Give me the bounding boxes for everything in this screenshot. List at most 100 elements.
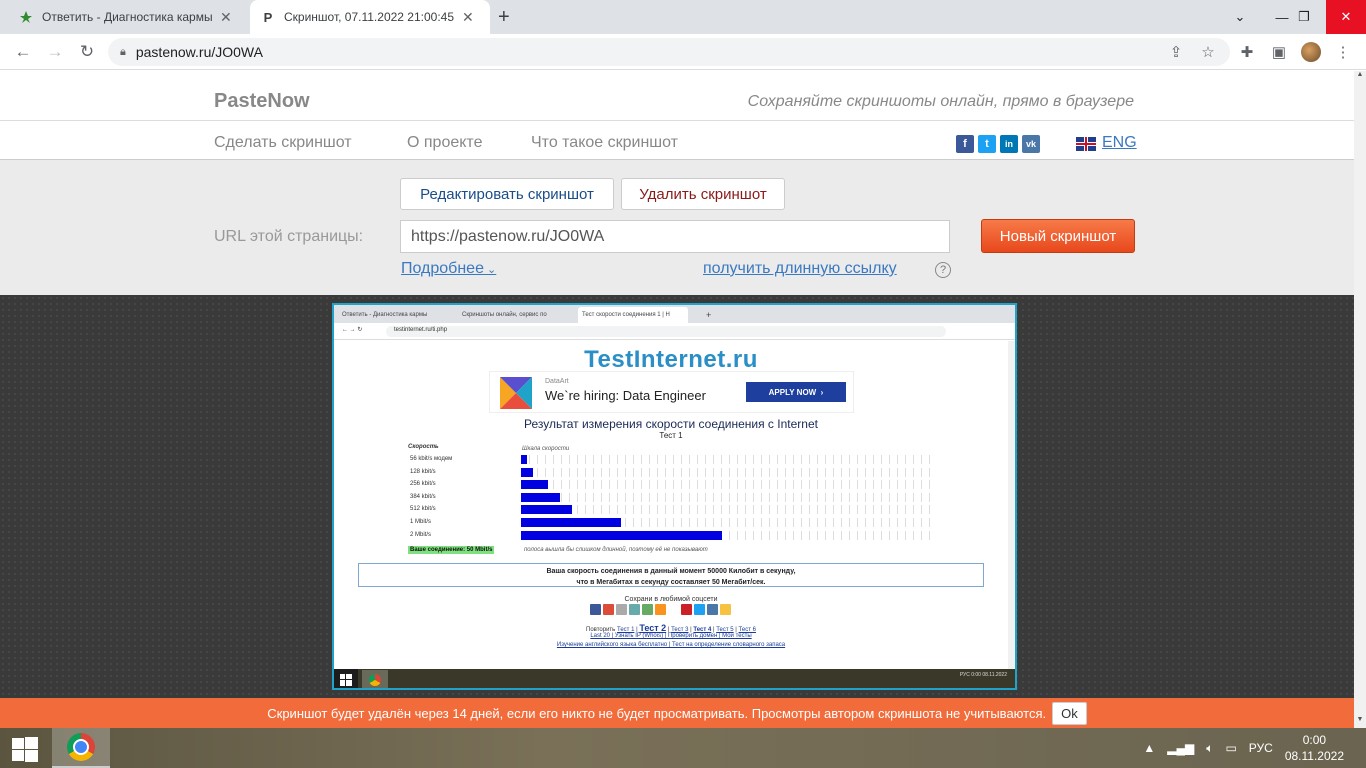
linkedin-icon[interactable]: in xyxy=(1000,135,1018,153)
chevron-down-icon: ⌄ xyxy=(483,264,497,276)
browser-tab-pastenow[interactable]: P Скриншот, 07.11.2022 21:00:45 ✕ xyxy=(250,0,490,34)
ad-apply-button: APPLY NOW › xyxy=(746,382,846,402)
page-scrollbar[interactable]: ▲ ▼ xyxy=(1354,71,1366,728)
tray-lang[interactable]: РУС xyxy=(1249,741,1273,755)
inner-chrome-icon xyxy=(362,670,388,688)
speed-row-label: 1 Mbit/s xyxy=(410,519,432,525)
new-tab-button[interactable]: + xyxy=(498,6,510,29)
speed-heading: Скорость xyxy=(408,444,439,450)
bookmark-star-icon[interactable]: ☆ xyxy=(1198,42,1218,62)
speed-row-label: 256 kbit/s xyxy=(410,481,436,488)
side-panel-icon[interactable]: ▣ xyxy=(1268,41,1290,63)
battery-icon[interactable]: ▭ xyxy=(1225,741,1236,755)
deletion-notice: Скриншот будет удалён через 14 дней, есл… xyxy=(0,698,1354,728)
leaf-icon xyxy=(18,9,34,25)
li-share-icon xyxy=(616,604,627,615)
inner-tab: Скриншоты онлайн, сервис по xyxy=(462,312,547,318)
nav-what-is-screenshot[interactable]: Что такое скриншот xyxy=(531,134,678,152)
extensions-puzzle-icon[interactable]: ✚ xyxy=(1236,41,1258,63)
pinterest-share-icon xyxy=(681,604,692,615)
result-line-2: что в Мегабитах в секунду составляет 50 … xyxy=(576,579,766,586)
scroll-down-icon[interactable]: ▼ xyxy=(1354,716,1366,728)
ok-button[interactable]: Ok xyxy=(1052,701,1087,725)
scroll-up-icon[interactable]: ▲ xyxy=(1354,71,1366,83)
inner-tray-time: 0:00 xyxy=(971,672,981,678)
forward-arrow-icon[interactable]: → xyxy=(44,41,66,63)
test-link-current: Тест 2 xyxy=(639,623,667,633)
speed-scale-track xyxy=(521,467,931,477)
browser-tab-karma[interactable]: Ответить - Диагностика кармы ✕ xyxy=(8,0,248,34)
network-signal-icon[interactable]: ▂▄▆ xyxy=(1167,741,1194,755)
test-label: Тест 1 xyxy=(659,431,683,440)
screenshot-image[interactable]: Ответить - Диагностика кармы Скриншоты о… xyxy=(332,303,1017,690)
share-count xyxy=(668,604,679,615)
twitter-icon[interactable]: t xyxy=(978,135,996,153)
inner-tab: Ответить - Диагностика кармы xyxy=(342,312,428,318)
inner-url: testinternet.ru/ti.php xyxy=(386,326,946,337)
inner-tray-lang: РУС xyxy=(959,672,970,678)
get-long-link[interactable]: получить длинную ссылку xyxy=(703,260,897,278)
expand-arrow-icon xyxy=(859,689,903,690)
utility-links: Last 20 | Узнать IP (Whois) | Проверить … xyxy=(590,633,752,639)
tab-search-chevron-icon[interactable]: ⌄ xyxy=(1220,0,1260,34)
speed-row-label: 384 kbit/s xyxy=(410,493,436,500)
speed-row-label: 2 Mbit/s xyxy=(410,531,432,538)
result-box: Ваша скорость соединения в данный момент… xyxy=(358,563,984,587)
close-window-icon[interactable]: ✕ xyxy=(1326,0,1366,34)
speed-bar xyxy=(521,480,548,490)
facebook-icon[interactable]: f xyxy=(956,135,974,153)
edit-screenshot-button[interactable]: Редактировать скриншот xyxy=(400,178,614,210)
close-icon[interactable]: ✕ xyxy=(462,9,474,26)
notice-text: Скриншот будет удалён через 14 дней, есл… xyxy=(267,705,1047,721)
gplus-share-icon xyxy=(603,604,614,615)
share-icon-4 xyxy=(629,604,640,615)
result-line-1: Ваша скорость соединения в данный момент… xyxy=(546,568,796,575)
menu-dots-icon[interactable]: ⋮ xyxy=(1332,41,1354,63)
nav-make-screenshot[interactable]: Сделать скриншот xyxy=(214,134,352,152)
close-icon[interactable]: ✕ xyxy=(220,9,232,26)
speed-scale-track xyxy=(521,492,931,502)
windows-start-icon[interactable] xyxy=(10,736,38,762)
ad-brand: DataArt xyxy=(545,378,569,385)
chrome-icon xyxy=(67,733,95,761)
inner-new-tab-icon: + xyxy=(706,310,712,320)
restore-icon[interactable]: ❐ xyxy=(1284,0,1324,34)
share-icons-row xyxy=(590,604,731,615)
new-screenshot-button[interactable]: Новый скриншот xyxy=(981,219,1135,253)
address-bar[interactable]: 🔒︎ pastenow.ru/JO0WA ⇪ ☆ xyxy=(108,38,1230,66)
browser-toolbar: ← → ↻ 🔒︎ pastenow.ru/JO0WA ⇪ ☆ ✚ ▣ ⋮ xyxy=(0,34,1366,70)
vk-icon[interactable]: vk xyxy=(1022,135,1040,153)
speed-bar xyxy=(521,492,560,502)
tab-title: Ответить - Диагностика кармы xyxy=(42,10,212,24)
inner-address-bar: ← → ↻ testinternet.ru/ti.php xyxy=(334,323,1015,340)
url-text: pastenow.ru/JO0WA xyxy=(135,44,263,60)
chevron-up-icon[interactable]: ▲ xyxy=(1143,741,1155,755)
inner-taskbar: РУС 0:00 08.11.2022 xyxy=(334,669,1015,688)
speed-bar xyxy=(521,455,528,464)
delete-screenshot-button[interactable]: Удалить скриншот xyxy=(621,178,785,210)
share-icon[interactable]: ⇪ xyxy=(1166,42,1186,62)
volume-icon[interactable]: 🔈︎ xyxy=(1206,741,1213,756)
help-icon[interactable]: ? xyxy=(935,262,951,278)
reload-icon[interactable]: ↻ xyxy=(76,41,98,63)
inner-nav-icons: ← → ↻ xyxy=(342,327,363,333)
url-label: URL этой страницы: xyxy=(214,228,364,245)
more-details-link[interactable]: Подробнее ⌄ xyxy=(401,260,496,278)
inner-page: TestInternet.ru DataArt We`re hiring: Da… xyxy=(334,341,1008,669)
speed-scale-track xyxy=(521,455,931,464)
back-arrow-icon[interactable]: ← xyxy=(12,41,34,63)
site-header: PasteNow Сохраняйте скриншоты онлайн, пр… xyxy=(0,71,1354,121)
nav-about[interactable]: О проекте xyxy=(407,134,482,152)
page-url-field[interactable]: https://pastenow.ru/JO0WA xyxy=(400,220,950,253)
speed-row-label: 512 kbit/s xyxy=(410,506,436,513)
profile-avatar[interactable] xyxy=(1300,41,1322,63)
inner-tray: РУС 0:00 08.11.2022 xyxy=(960,672,1007,678)
lock-icon: 🔒︎ xyxy=(120,45,126,58)
speed-row-label: 56 kbit/s модем xyxy=(410,456,453,462)
chrome-taskbar-button[interactable] xyxy=(52,728,110,768)
lang-switch-eng[interactable]: ENG xyxy=(1102,134,1137,152)
inner-tab-strip: Ответить - Диагностика кармы Скриншоты о… xyxy=(334,305,1015,323)
clock[interactable]: 0:00 08.11.2022 xyxy=(1285,732,1344,764)
site-logo[interactable]: PasteNow xyxy=(214,90,310,113)
dataart-ad: DataArt We`re hiring: Data Engineer APPL… xyxy=(489,371,854,413)
